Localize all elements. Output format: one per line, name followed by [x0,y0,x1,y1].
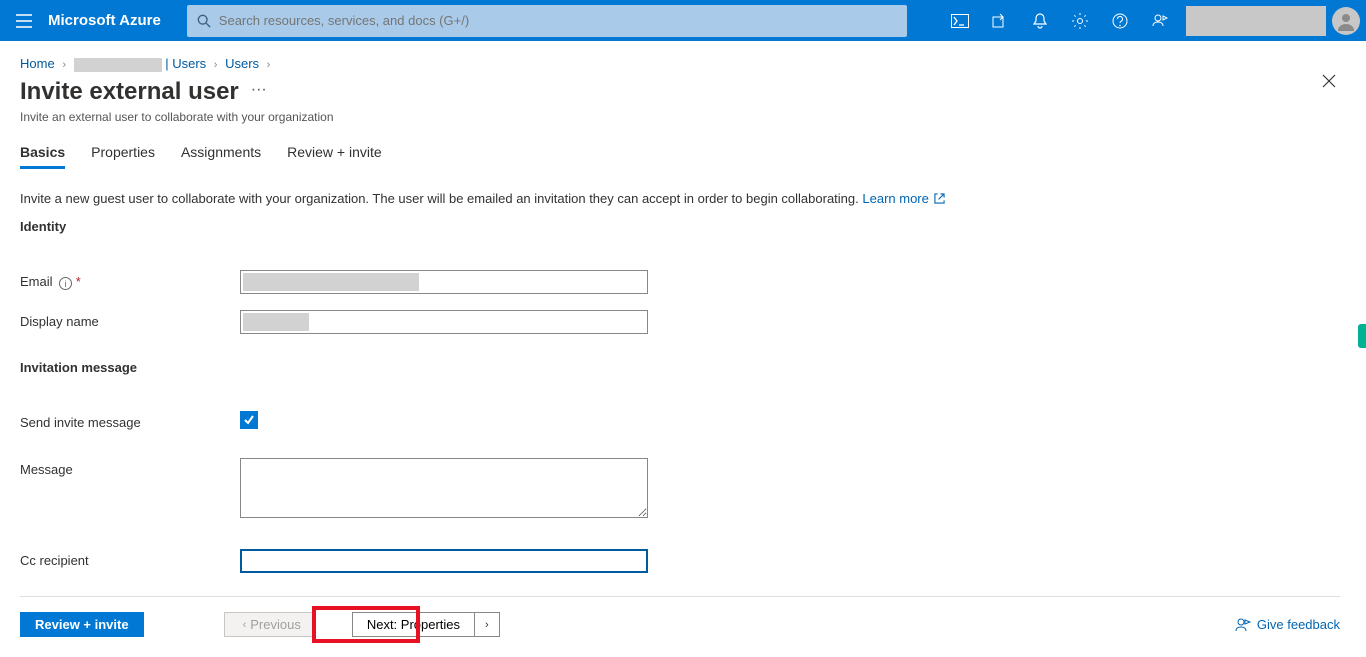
topbar-icons [940,0,1180,41]
avatar-icon [1336,11,1356,31]
brand-link[interactable]: Microsoft Azure [48,12,187,29]
search-icon [197,14,211,28]
breadcrumb: Home › | Users › Users › [0,41,1366,72]
feedback-button[interactable] [1140,0,1180,41]
send-invite-label: Send invite message [20,411,240,430]
display-name-field[interactable] [240,310,648,334]
check-icon [243,414,255,426]
next-properties-button[interactable]: Next: Properties [352,612,475,637]
account-area[interactable] [1180,6,1366,36]
chevron-right-icon: › [214,59,218,71]
page-title: Invite external user [20,78,239,106]
global-search-input[interactable] [219,13,897,28]
give-feedback-link[interactable]: Give feedback [1235,617,1340,633]
page-header: Invite external user ··· Invite an exter… [0,72,1366,124]
cc-recipient-field[interactable] [240,549,648,573]
cloud-shell-icon [951,14,969,28]
section-invitation-title: Invitation message [0,334,1366,375]
section-identity-title: Identity [0,207,1366,234]
breadcrumb-tenant[interactable] [74,58,162,72]
previous-button: ‹ Previous [224,612,316,637]
message-field[interactable] [240,458,648,518]
avatar[interactable] [1332,7,1360,35]
send-invite-checkbox[interactable] [240,411,258,429]
bell-icon [1032,13,1048,29]
close-icon [1322,74,1336,88]
chevron-right-icon: › [485,619,489,631]
chevron-right-icon: › [62,59,66,71]
breadcrumb-home[interactable]: Home [20,56,55,71]
side-feedback-tab[interactable] [1358,324,1366,348]
chevron-left-icon: ‹ [243,619,247,631]
feedback-icon [1152,13,1168,29]
footer: Review + invite ‹ Previous Next: Propert… [20,612,1340,637]
info-text: Invite a new guest user to collaborate w… [20,191,859,206]
review-invite-button[interactable]: Review + invite [20,612,144,637]
cc-recipient-label: Cc recipient [20,549,240,568]
tab-basics[interactable]: Basics [20,144,65,169]
invitation-form: Send invite message Message Cc recipient [0,375,1366,573]
menu-button[interactable] [0,0,48,41]
help-button[interactable] [1100,0,1140,41]
azure-topbar: Microsoft Azure [0,0,1366,41]
info-icon[interactable]: i [59,277,72,290]
learn-more-link[interactable]: Learn more [862,191,945,206]
tabs: Basics Properties Assignments Review + i… [0,124,1366,169]
settings-button[interactable] [1060,0,1100,41]
email-label: Email i * [20,270,240,291]
gear-icon [1072,13,1088,29]
account-name [1186,6,1326,36]
breadcrumb-users1[interactable]: | Users [165,56,206,71]
notifications-button[interactable] [1020,0,1060,41]
external-link-icon [934,192,945,207]
display-name-label: Display name [20,310,240,329]
help-icon [1112,13,1128,29]
cloud-shell-button[interactable] [940,0,980,41]
identity-form: Email i * Display name [0,234,1366,334]
copilot-button[interactable] [980,0,1020,41]
next-chevron-button[interactable]: › [474,612,500,637]
tab-review-invite[interactable]: Review + invite [287,144,382,169]
feedback-person-icon [1235,617,1251,633]
tab-properties[interactable]: Properties [91,144,155,169]
more-actions-button[interactable]: ··· [251,81,267,103]
message-label: Message [20,458,240,477]
hamburger-icon [16,14,32,28]
chevron-right-icon: › [267,59,271,71]
tab-assignments[interactable]: Assignments [181,144,261,169]
close-button[interactable] [1322,72,1336,93]
info-line: Invite a new guest user to collaborate w… [0,169,1366,207]
copilot-icon [992,13,1008,29]
global-search[interactable] [187,5,907,37]
footer-divider [20,596,1340,597]
email-field[interactable] [240,270,648,294]
page-subtitle: Invite an external user to collaborate w… [20,110,1346,124]
breadcrumb-users2[interactable]: Users [225,56,259,71]
